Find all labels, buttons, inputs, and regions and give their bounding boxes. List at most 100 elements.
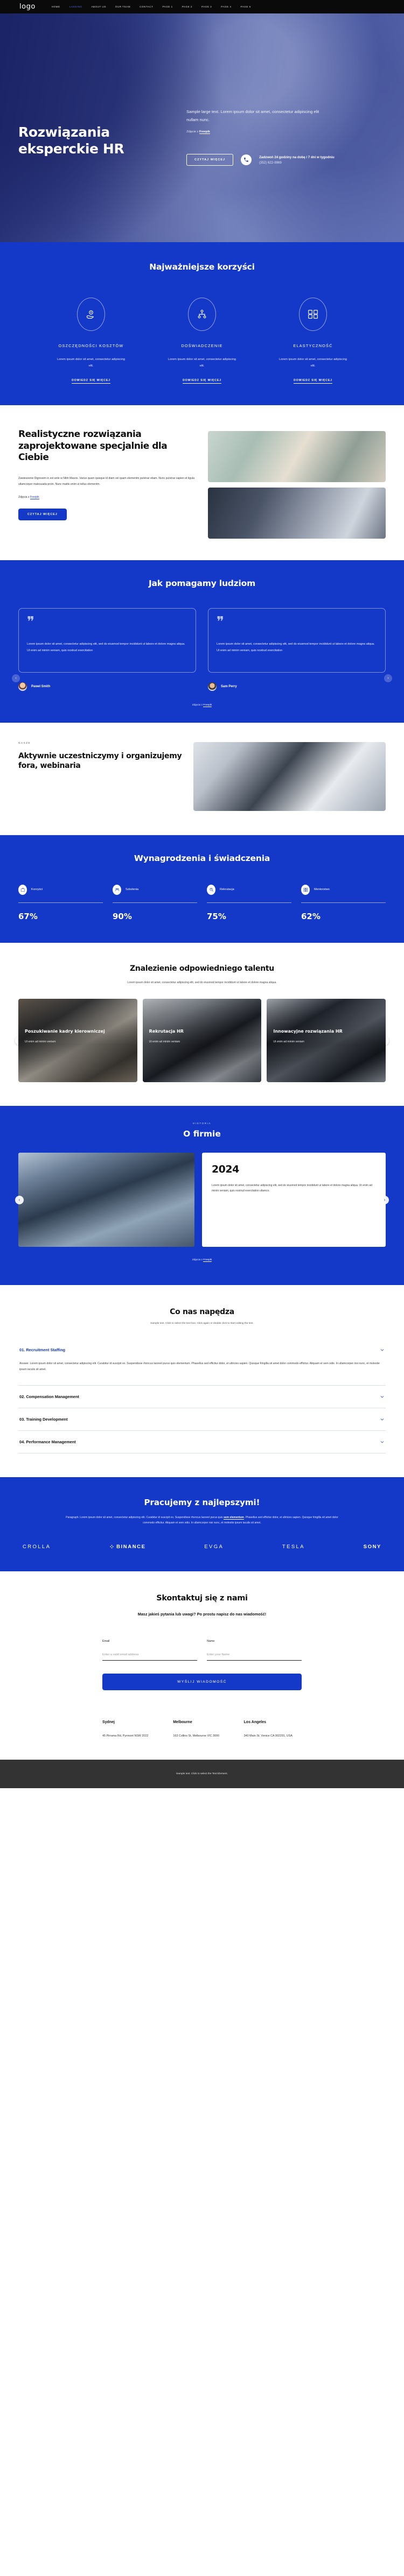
stat-value: 75% [207, 911, 226, 921]
email-label: Email [102, 1639, 110, 1643]
benefit-learn-more-link[interactable]: DOWIEDZ SIĘ WIĘCEJ [72, 379, 110, 384]
hero-phone-number[interactable]: (352) 622-9969 [259, 161, 335, 165]
benefit-name: OSZCZĘDNOŚCI KOSZTÓW [58, 343, 124, 348]
nav-link-page-3[interactable]: PAGE 3 [201, 5, 212, 8]
benefit-desc: Lorem ipsum dolor sit amet, consectetur … [168, 358, 236, 368]
partners-paragraph: Paragraph. Lorem ipsum dolor sit amet, c… [62, 1515, 342, 1526]
site-logo[interactable]: logo [19, 3, 36, 11]
contact-section: Skontaktuj się z nami Masz jakieś pytani… [0, 1571, 404, 1759]
nav-link-landing[interactable]: LANDING [69, 5, 82, 8]
nav-link-page-2[interactable]: PAGE 2 [182, 5, 192, 8]
stat-value: 67% [18, 911, 38, 921]
solutions-credit-prefix: Zdjęcia z [18, 495, 30, 499]
testimonials-credit-link[interactable]: Freepik [203, 703, 212, 707]
stat-value: 90% [113, 911, 132, 921]
office-city: Melbourne [173, 1720, 192, 1724]
hero-phone-text: Zadzwoń 24 godziny na dobę / 7 dni w tyg… [259, 156, 335, 160]
office-melbourne: Melbourne 163 Collins St, Melbourne VIC … [173, 1720, 231, 1739]
benefit-name: DOŚWIADCZENIE [181, 343, 223, 348]
accordion-title: 03. Training Development [19, 1417, 68, 1422]
benefit-learn-more-link[interactable]: DOWIEDZ SIĘ WIĘCEJ [183, 379, 221, 384]
accordion-header[interactable]: 01. Recruitment Staffing [18, 1339, 386, 1361]
accordion-title: 02. Compensation Management [19, 1394, 79, 1400]
stat-card-mentoring: Mentorstwo 62% [301, 884, 386, 921]
solutions-read-more-button[interactable]: CZYTAJ WIĘCEJ [18, 508, 67, 520]
divider [207, 902, 291, 903]
chevron-right-icon[interactable]: › [380, 1195, 389, 1204]
solutions-credit-link[interactable]: Freepik [30, 495, 39, 499]
solutions-image-bottom [208, 487, 386, 539]
nav-link-about-us[interactable]: ABOUT US [91, 5, 106, 8]
office-address: 163 Collins St, Melbourne VIC 3000 [173, 1734, 220, 1738]
name-field[interactable] [207, 1650, 302, 1661]
about-year: 2024 [211, 1163, 239, 1175]
chevron-left-icon[interactable]: ‹ [12, 674, 20, 682]
phone-icon[interactable] [241, 154, 252, 165]
email-field[interactable] [102, 1650, 197, 1661]
chevron-down-icon[interactable] [380, 1417, 385, 1422]
hero-credit-link[interactable]: Freepik [199, 130, 210, 134]
nav-link-contact[interactable]: CONTACT [140, 5, 153, 8]
solutions-heading: Realistyczne rozwiązania zaprojektowane … [18, 428, 168, 463]
testimonial-author-name: Pawel Smith [31, 684, 51, 688]
faq-section: Co nas napędza Sample text. Click to sel… [0, 1285, 404, 1477]
office-city: Sydnej [102, 1720, 115, 1724]
binance-diamond-icon [110, 1545, 114, 1549]
testimonials-photo-credit: Zdjęcia z Freepik [0, 703, 404, 707]
nav-link-home[interactable]: HOME [52, 5, 60, 8]
chevron-left-icon[interactable]: ‹ [15, 1195, 24, 1204]
accordion-header[interactable]: 02. Compensation Management [18, 1386, 386, 1408]
divider [301, 902, 386, 903]
talent-card-title: Rekrutacja HR [149, 1028, 184, 1034]
nav-link-page-4[interactable]: PAGE 4 [221, 5, 231, 8]
chevron-down-icon[interactable] [380, 1394, 385, 1399]
talent-card-executive-search[interactable]: Poszukiwanie kadry kierowniczej Ut enim … [18, 998, 137, 1082]
faq-subtitle: Sample text. Click to select the text bo… [150, 1322, 254, 1325]
accordion-header[interactable]: 03. Training Development [18, 1408, 386, 1430]
talent-card-hr-recruitment[interactable]: Rekrutacja HR Ut enim ad minim veniam [142, 998, 262, 1082]
about-credit-prefix: Zdjęcia z [192, 1258, 204, 1261]
chevron-down-icon[interactable] [380, 1347, 385, 1352]
hero-read-more-button[interactable]: CZYTAJ WIĘCEJ [186, 153, 234, 166]
partners-paragraph-a: Paragraph. Lorem ipsum dolor sit amet, c… [66, 1516, 224, 1520]
send-message-button[interactable]: WYŚLIJ WIADOMOŚĆ [102, 1673, 302, 1690]
accordion-title: 01. Recruitment Staffing [19, 1347, 66, 1352]
solutions-photo-credit: Zdjęcia z Freepik [18, 495, 196, 499]
accordion: 01. Recruitment Staffing Answer. Lorem i… [18, 1339, 386, 1454]
nav-link-page-5[interactable]: PAGE 5 [241, 5, 251, 8]
partners-inline-link[interactable]: sem elementum [224, 1516, 244, 1520]
benefit-learn-more-link[interactable]: DOWIEDZ SIĘ WIĘCEJ [294, 379, 332, 384]
stats-section: Wynagrodzenia i świadczenia Korzyści 67%… [0, 835, 404, 943]
benefit-card-experience: DOŚWIADCZENIE Lorem ipsum dolor sit amet… [162, 298, 242, 384]
about-section: HISTORIA O firmie ‹ › 2024 Lorem ipsum d… [0, 1105, 404, 1285]
hero-subtitle: Sample large text. Lorem ipsum dolor sit… [186, 109, 319, 122]
nav-link-page-1[interactable]: PAGE 1 [162, 5, 172, 8]
webinars-eyebrow: NASZE [18, 742, 31, 745]
accordion-item-compensation-management: 02. Compensation Management [18, 1386, 386, 1409]
contact-subtitle: Masz jakieś pytania lub uwagi? Po prostu… [137, 1612, 267, 1617]
about-credit-link[interactable]: Freepik [203, 1258, 212, 1262]
quote-icon: ❞ [27, 613, 34, 630]
stat-card-benefits: Korzyści 67% [18, 884, 103, 921]
stat-label: Korzyści [31, 888, 43, 892]
testimonial-text: Lorem ipsum dolor sit amet, consectetur … [27, 642, 185, 652]
hero-credit-prefix: Zdjęcie z [186, 130, 200, 133]
chevron-down-icon[interactable] [380, 1439, 385, 1444]
solutions-paragraph: Zawieszenie Dignissim in est ante w Nibh… [18, 477, 194, 486]
testimonial-card: ❞ Lorem ipsum dolor sit amet, consectetu… [18, 608, 196, 673]
benefit-card-cost-savings: OSZCZĘDNOŚCI KOSZTÓW Lorem ipsum dolor s… [51, 298, 131, 384]
accordion-header[interactable]: 04. Performance Management [18, 1431, 386, 1453]
talent-card-innovative-hr[interactable]: Innowacyjne rozwiązania HR Ut enim ad mi… [267, 998, 386, 1082]
office-los-angeles: Los Angeles 340 Main St, Venice CA 90229… [244, 1720, 302, 1739]
office-city: Los Angeles [243, 1720, 267, 1724]
nav-link-our-team[interactable]: OUR TEAM [115, 5, 130, 8]
avatar [18, 682, 27, 691]
office-list: Sydnej 45 Pirrama Rd, Pyrmont NSW 2022 M… [102, 1720, 302, 1739]
accordion-item-training-development: 03. Training Development [18, 1408, 386, 1431]
chevron-right-icon[interactable]: › [384, 674, 392, 682]
page-footer: Sample text. Click to select the Text El… [0, 1759, 404, 1788]
stat-card-recruitment: Rekrutacja 75% [207, 884, 291, 921]
faq-heading: Co nas napędza [170, 1307, 234, 1316]
talent-paragraph: Lorem ipsum dolor sit amet, consectetur … [127, 980, 277, 984]
benefit-card-flexibility: ELASTYCZNOŚĆ Lorem ipsum dolor sit amet,… [273, 298, 353, 384]
